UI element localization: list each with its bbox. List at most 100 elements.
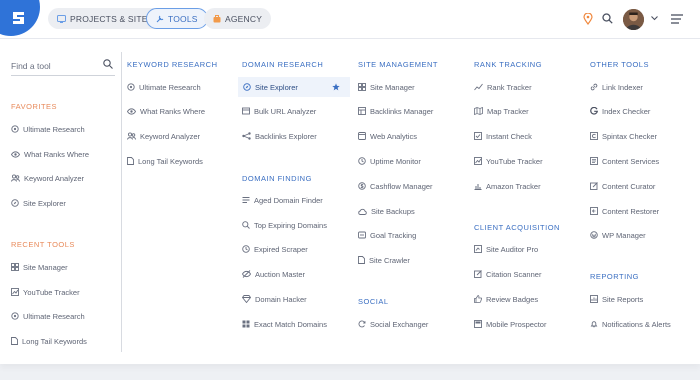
tool-notifications-alerts[interactable]: Notifications & Alerts <box>590 316 671 332</box>
tool-label: Ultimate Research <box>139 82 201 92</box>
favorite-label: Ultimate Research <box>23 124 85 134</box>
avatar[interactable] <box>623 9 644 30</box>
tool-review-badges[interactable]: Review Badges <box>474 291 538 307</box>
tool-goal-tracking[interactable]: Goal Tracking <box>358 227 416 243</box>
tab-tools[interactable]: TOOLS <box>146 8 208 29</box>
tool-long-tail-keywords[interactable]: Long Tail Keywords <box>127 153 203 169</box>
tool-wp-manager[interactable]: WP Manager <box>590 227 646 243</box>
tool-label: Site Backups <box>371 206 415 216</box>
browser-icon <box>358 132 366 140</box>
tool-label: Expired Scraper <box>254 244 308 254</box>
tool-label: Bulk URL Analyzer <box>254 106 317 116</box>
tool-exact-match-domains[interactable]: Exact Match Domains <box>242 316 327 332</box>
compass-icon <box>243 83 251 91</box>
tool-label: Content Curator <box>602 181 656 191</box>
tool-keyword-analyzer[interactable]: Keyword Analyzer <box>127 128 200 144</box>
tool-citation-scanner[interactable]: Citation Scanner <box>474 266 541 282</box>
tool-content-restorer[interactable]: Content Restorer <box>590 203 659 219</box>
table-icon <box>358 107 366 115</box>
social-title: SOCIAL <box>358 297 389 306</box>
tool-label: Social Exchanger <box>370 319 429 329</box>
favorite-what-ranks-where[interactable]: What Ranks Where <box>11 146 89 162</box>
star-favorite-icon[interactable] <box>332 83 340 91</box>
tool-content-curator[interactable]: Content Curator <box>590 178 655 194</box>
site-management-title: SITE MANAGEMENT <box>358 60 439 69</box>
chart-tracker-icon <box>11 288 19 296</box>
tool-bulk-url-analyzer[interactable]: Bulk URL Analyzer <box>242 103 316 119</box>
grid-icon <box>358 83 366 91</box>
tool-backlinks-explorer[interactable]: Backlinks Explorer <box>242 128 317 144</box>
tool-site-manager[interactable]: Site Manager <box>358 79 415 95</box>
favorite-site-explorer[interactable]: Site Explorer <box>11 195 66 211</box>
domain-research-title: DOMAIN RESEARCH <box>242 60 324 69</box>
tool-spintax-checker[interactable]: Spintax Checker <box>590 128 657 144</box>
thumbs-up-icon <box>474 295 482 303</box>
tool-mobile-prospector[interactable]: Mobile Prospector <box>474 316 546 332</box>
tool-label: Domain Hacker <box>255 294 307 304</box>
tool-web-analytics[interactable]: Web Analytics <box>358 128 417 144</box>
edit-icon <box>590 182 598 190</box>
agency-icon <box>213 14 221 22</box>
tool-content-services[interactable]: Content Services <box>590 153 659 169</box>
tool-site-auditor-pro[interactable]: Site Auditor Pro <box>474 241 538 257</box>
tab-agency[interactable]: AGENCY <box>204 8 272 29</box>
tool-expired-scraper[interactable]: Expired Scraper <box>242 241 308 257</box>
tool-label: Keyword Analyzer <box>140 131 201 141</box>
tab-tools-label: TOOLS <box>168 13 198 24</box>
tool-cashflow-manager[interactable]: Cashflow Manager <box>358 178 433 194</box>
tool-aged-domain-finder[interactable]: Aged Domain Finder <box>242 192 323 208</box>
google-icon <box>590 107 598 115</box>
tool-what-ranks-where[interactable]: What Ranks Where <box>127 103 205 119</box>
favorites-title: FAVORITES <box>11 102 58 111</box>
favorite-ultimate-research[interactable]: Ultimate Research <box>11 121 85 137</box>
recent-tools-title: RECENT TOOLS <box>11 240 75 249</box>
tool-top-expiring-domains[interactable]: Top Expiring Domains <box>242 217 327 233</box>
recent-site-manager[interactable]: Site Manager <box>11 259 68 275</box>
bulk-icon <box>242 107 250 115</box>
tool-auction-master[interactable]: Auction Master <box>242 266 305 282</box>
tool-site-backups[interactable]: Site Backups <box>358 203 415 219</box>
tool-label: Link Indexer <box>602 82 643 92</box>
tool-domain-hacker[interactable]: Domain Hacker <box>242 291 307 307</box>
favorite-label: Keyword Analyzer <box>24 173 85 183</box>
tool-site-crawler[interactable]: Site Crawler <box>358 252 410 268</box>
search-input[interactable] <box>11 58 99 74</box>
tool-instant-check[interactable]: Instant Check <box>474 128 532 144</box>
eye-icon <box>127 107 136 115</box>
tool-index-checker[interactable]: Index Checker <box>590 103 650 119</box>
recent-youtube-tracker[interactable]: YouTube Tracker <box>11 284 80 300</box>
tool-backlinks-manager[interactable]: Backlinks Manager <box>358 103 433 119</box>
tool-social-exchanger[interactable]: Social Exchanger <box>358 316 428 332</box>
link-icon <box>590 83 598 91</box>
tool-site-reports[interactable]: Site Reports <box>590 291 643 307</box>
tool-label: Review Badges <box>486 294 539 304</box>
audit-icon <box>474 245 482 253</box>
location-pin-icon[interactable] <box>583 13 593 25</box>
tool-site-explorer[interactable]: Site Explorer <box>238 77 350 97</box>
tool-amazon-tracker[interactable]: Amazon Tracker <box>474 178 541 194</box>
favorite-keyword-analyzer[interactable]: Keyword Analyzer <box>11 170 84 186</box>
search-icon[interactable] <box>602 13 613 24</box>
edit-icon <box>474 270 482 278</box>
tool-youtube-tracker[interactable]: YouTube Tracker <box>474 153 543 169</box>
tool-rank-tracker[interactable]: Rank Tracker <box>474 79 532 95</box>
bell-icon <box>590 321 598 328</box>
tool-label: Content Restorer <box>602 206 660 216</box>
tool-link-indexer[interactable]: Link Indexer <box>590 79 643 95</box>
menu-icon[interactable] <box>671 14 683 24</box>
tool-label: Spintax Checker <box>602 131 658 141</box>
eye-slash-icon <box>242 270 251 278</box>
tool-label: Site Crawler <box>369 255 410 265</box>
chevron-down-icon[interactable] <box>651 16 658 21</box>
tool-label: Rank Tracker <box>487 82 532 92</box>
tool-label: Top Expiring Domains <box>254 220 327 230</box>
recent-long-tail-keywords[interactable]: Long Tail Keywords <box>11 333 87 349</box>
report-icon <box>590 295 598 303</box>
tool-map-tracker[interactable]: Map Tracker <box>474 103 529 119</box>
tool-uptime-monitor[interactable]: Uptime Monitor <box>358 153 421 169</box>
tool-label: Long Tail Keywords <box>138 156 203 166</box>
search-icon[interactable] <box>103 59 113 69</box>
tool-ultimate-research[interactable]: Ultimate Research <box>127 79 201 95</box>
dollar-icon <box>358 182 366 190</box>
recent-ultimate-research[interactable]: Ultimate Research <box>11 308 85 324</box>
